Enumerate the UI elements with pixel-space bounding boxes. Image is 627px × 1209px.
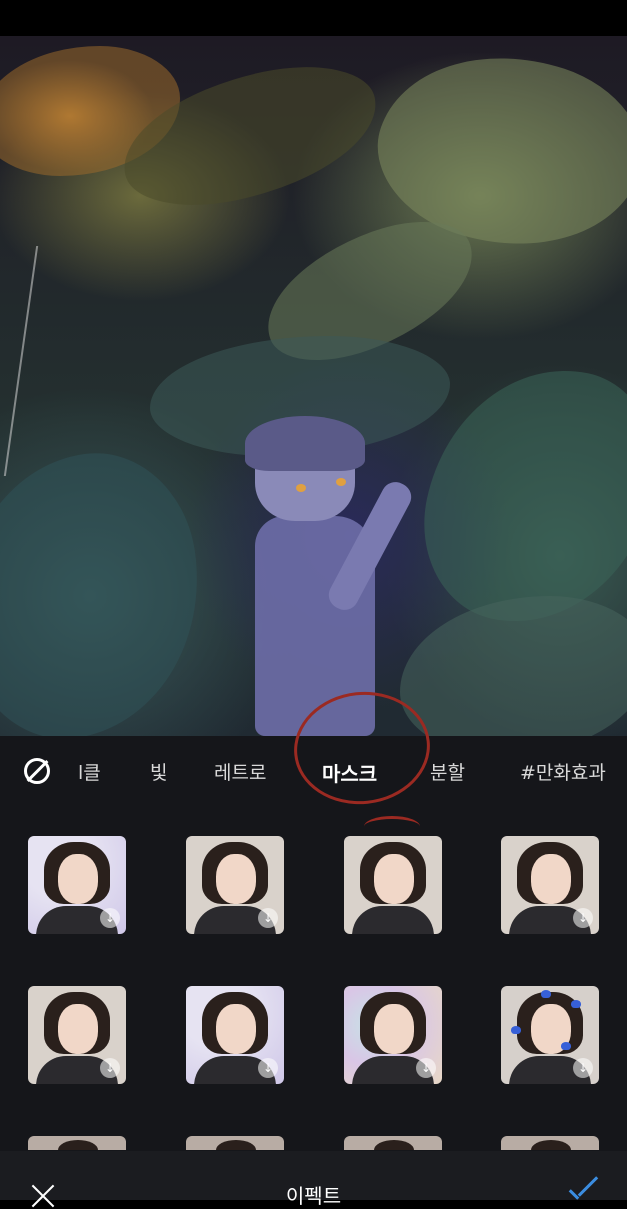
download-icon: ↓ [100,908,120,928]
effect-thumbnail[interactable] [344,836,442,934]
effect-thumbnail[interactable]: ↓ [186,836,284,934]
figure-eye [296,484,306,492]
effect-thumbnail[interactable]: ↓ [501,986,599,1084]
tab-retro[interactable]: 레트로 [214,758,266,785]
signature-scribble [3,246,189,476]
effect-thumbnail[interactable]: ↓ [28,836,126,934]
figure-eye [336,478,346,486]
butterfly-icon [571,1000,581,1008]
effect-category-tabs: l클 빛 레트로 마스크 분할 #만화효과 [0,685,627,819]
effects-panel: l클 빛 레트로 마스크 분할 #만화효과 ↓ ↓ ↓ ↓ ↓ ↓ ↓ [0,685,627,1151]
foliage [0,440,219,736]
tab-category-1[interactable]: l클 [78,758,101,785]
effect-thumbnail[interactable] [501,1136,599,1150]
effect-thumbnail[interactable] [28,1136,126,1150]
butterfly-icon [541,990,551,998]
download-icon: ↓ [100,1058,120,1078]
foliage [400,596,627,736]
download-icon: ↓ [258,908,278,928]
download-icon: ↓ [258,1058,278,1078]
effect-thumbnail[interactable] [344,1136,442,1150]
effect-thumbnail[interactable]: ↓ [186,986,284,1084]
status-bar [0,0,627,36]
tab-comic-effect[interactable]: #만화효과 [520,758,606,785]
no-effect-icon[interactable] [24,758,50,784]
page-title: 이펙트 [285,1184,342,1208]
download-icon: ↓ [573,1058,593,1078]
effect-thumbnail[interactable]: ↓ [344,986,442,1084]
tab-light[interactable]: 빛 [150,758,167,785]
effect-thumbnail[interactable]: ↓ [28,986,126,1084]
check-icon[interactable] [566,1183,600,1203]
butterfly-icon [511,1026,521,1034]
figure-hair [245,416,365,471]
red-circle-annotation-tail [364,816,420,837]
download-icon: ↓ [416,1058,436,1078]
effect-thumbnail[interactable]: ↓ [501,836,599,934]
image-canvas[interactable] [0,36,627,736]
butterfly-icon [561,1042,571,1050]
tab-split[interactable]: 분할 [430,758,465,785]
effect-thumbnail[interactable] [186,1136,284,1150]
download-icon: ↓ [573,908,593,928]
